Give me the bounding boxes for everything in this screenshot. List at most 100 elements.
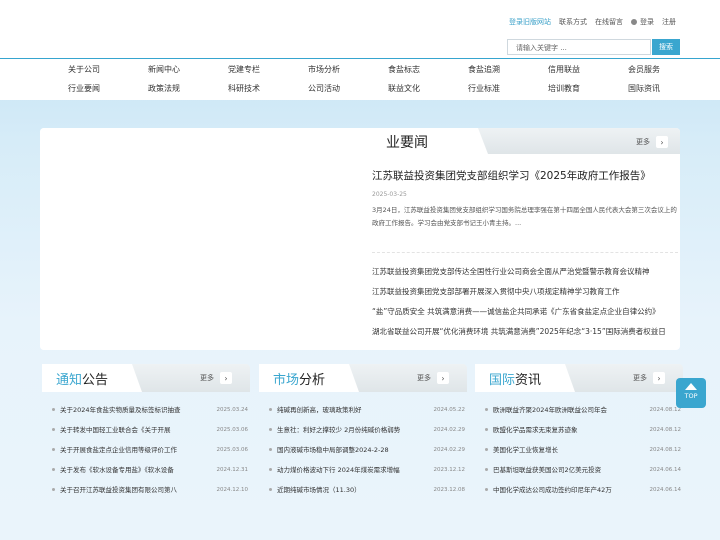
back-to-top-button[interactable]: TOP bbox=[676, 378, 706, 408]
item-title: 关于转发中国轻工业联合会《关于开展 bbox=[60, 426, 171, 434]
card-title[interactable]: 市场分析 bbox=[259, 364, 359, 392]
item-date: 2023.12.12 bbox=[433, 467, 466, 473]
title-accent: 国际 bbox=[489, 373, 516, 388]
card-header: 通知公告 更多 › bbox=[42, 364, 250, 392]
list-item[interactable]: 生意社：利好之撑较少 2月份纯碱价格弱势 2024.02.29 bbox=[269, 420, 465, 440]
title-rest: 分析 bbox=[299, 373, 326, 388]
news-tab-header: 业要闻 更多 › bbox=[376, 128, 680, 154]
nav-item[interactable]: 关于公司 bbox=[44, 64, 124, 75]
nav-row-1: 关于公司 新闻中心 党建专栏 市场分析 食盐标志 食盐追溯 信用联益 会员服务 bbox=[44, 64, 684, 75]
list-item[interactable]: 纯碱再创新高，玻璃政策利好 2024.05.22 bbox=[269, 400, 465, 420]
nav-item[interactable]: 市场分析 bbox=[284, 64, 364, 75]
card-title[interactable]: 国际资讯 bbox=[475, 364, 575, 392]
card-title[interactable]: 通知公告 bbox=[42, 364, 142, 392]
nav-item[interactable]: 科研技术 bbox=[204, 83, 284, 94]
item-date: 2025.03.06 bbox=[216, 447, 249, 453]
title-rest: 公告 bbox=[82, 373, 109, 388]
item-title: 动力煤价格波动下行 2024年煤炭需求增幅 bbox=[277, 466, 400, 474]
bullet-icon bbox=[485, 408, 488, 411]
search-input[interactable]: 请输入关键字 ... bbox=[507, 39, 651, 55]
list-item[interactable]: 动力煤价格波动下行 2024年煤炭需求增幅 2023.12.12 bbox=[269, 460, 465, 480]
bullet-icon bbox=[485, 428, 488, 431]
nav-item[interactable]: 行业标准 bbox=[444, 83, 524, 94]
list-item[interactable]: 巴基斯坦联益获美国公司2亿美元投资 2024.06.14 bbox=[485, 460, 681, 480]
nav-item[interactable]: 培训教育 bbox=[524, 83, 604, 94]
news-item[interactable]: 江苏联益投资集团党支部部署开展深入贯彻中央八项规定精神学习教育工作 bbox=[372, 282, 678, 302]
bullet-icon bbox=[52, 448, 55, 451]
login-link[interactable]: 登录 bbox=[631, 17, 654, 27]
bullet-icon bbox=[485, 488, 488, 491]
bullet-icon bbox=[52, 488, 55, 491]
list-item[interactable]: 欧盟化学品需求无束复苏迹象 2024.08.12 bbox=[485, 420, 681, 440]
list-item[interactable]: 关于召开江苏联益投资集团有限公司第八 2024.12.10 bbox=[52, 480, 248, 500]
nav-item[interactable]: 联益文化 bbox=[364, 83, 444, 94]
top-header: 登录旧版网站 联系方式 在线留言 登录 注册 请输入关键字 ... 搜索 bbox=[0, 0, 720, 58]
item-date: 2024.06.14 bbox=[649, 487, 682, 493]
nav-item[interactable]: 食盐标志 bbox=[364, 64, 444, 75]
list-item[interactable]: 欧洲联益齐聚2024年欧洲联益公司年会 2024.08.12 bbox=[485, 400, 681, 420]
list-item[interactable]: 国内液碱市场稳中局部调整2024-2-28 2024.02.29 bbox=[269, 440, 465, 460]
nav-item[interactable]: 会员服务 bbox=[604, 64, 684, 75]
top-label: TOP bbox=[684, 392, 698, 400]
main-nav: 关于公司 新闻中心 党建专栏 市场分析 食盐标志 食盐追溯 信用联益 会员服务 … bbox=[0, 58, 720, 100]
featured-title[interactable]: 江苏联益投资集团党支部组织学习《2025年政府工作报告》 bbox=[372, 168, 651, 183]
item-date: 2024.02.29 bbox=[433, 447, 466, 453]
nav-item[interactable]: 食盐追溯 bbox=[444, 64, 524, 75]
login-label: 登录 bbox=[640, 18, 654, 26]
item-date: 2024.12.10 bbox=[216, 487, 249, 493]
arrow-up-icon bbox=[685, 383, 697, 390]
more-label: 更多 bbox=[633, 374, 647, 382]
item-date: 2024.02.29 bbox=[433, 427, 466, 433]
item-title: 国内液碱市场稳中局部调整2024-2-28 bbox=[277, 446, 389, 454]
list-item[interactable]: 美国化学工业恢复增长 2024.08.12 bbox=[485, 440, 681, 460]
item-date: 2024.05.22 bbox=[433, 407, 466, 413]
news-image[interactable] bbox=[40, 128, 370, 350]
list-item[interactable]: 关于发布《软水设备专用盐》《软水设备 2024.12.31 bbox=[52, 460, 248, 480]
bullet-icon bbox=[269, 448, 272, 451]
news-item[interactable]: 江苏联益投资集团党支部传达全国性行业公司商会全面从严治党暨警示教育会议精神 bbox=[372, 262, 678, 282]
search-button[interactable]: 搜索 bbox=[652, 39, 680, 55]
nav-row-2: 行业要闻 政策法规 科研技术 公司活动 联益文化 行业标准 培训教育 国际资讯 bbox=[44, 83, 684, 94]
nav-item[interactable]: 公司活动 bbox=[284, 83, 364, 94]
more-link[interactable]: 更多 › bbox=[636, 136, 668, 148]
divider bbox=[372, 252, 678, 253]
bullet-icon bbox=[485, 468, 488, 471]
item-title: 关于召开江苏联益投资集团有限公司第八 bbox=[60, 486, 177, 494]
more-link[interactable]: 更多 › bbox=[200, 372, 232, 384]
more-link[interactable]: 更多 › bbox=[417, 372, 449, 384]
register-link[interactable]: 注册 bbox=[662, 17, 676, 27]
contact-link[interactable]: 联系方式 bbox=[559, 17, 587, 27]
item-title: 生意社：利好之撑较少 2月份纯碱价格弱势 bbox=[277, 426, 401, 434]
card-header: 国际资讯 更多 › bbox=[475, 364, 683, 392]
item-title: 纯碱再创新高，玻璃政策利好 bbox=[277, 406, 362, 414]
title-accent: 市场 bbox=[273, 373, 300, 388]
news-item[interactable]: 湖北省联益公司开展“优化消费环境 共筑满意消费”2025年纪念“3·15”国际消… bbox=[372, 322, 678, 342]
top-links: 登录旧版网站 联系方式 在线留言 登录 注册 bbox=[509, 17, 676, 27]
message-link[interactable]: 在线留言 bbox=[595, 17, 623, 27]
item-title: 巴基斯坦联益获美国公司2亿美元投资 bbox=[493, 466, 602, 474]
news-panel: 业要闻 更多 › 江苏联益投资集团党支部组织学习《2025年政府工作报告》 20… bbox=[40, 128, 680, 350]
list-item[interactable]: 近期纯碱市场情况（11.30） 2023.12.08 bbox=[269, 480, 465, 500]
bullet-icon bbox=[52, 408, 55, 411]
nav-item[interactable]: 政策法规 bbox=[124, 83, 204, 94]
list-item[interactable]: 关于开展食盐定点企业信用等级评价工作 2025.03.06 bbox=[52, 440, 248, 460]
bullet-icon bbox=[269, 488, 272, 491]
nav-item[interactable]: 国际资讯 bbox=[604, 83, 684, 94]
nav-item[interactable]: 党建专栏 bbox=[204, 64, 284, 75]
item-title: 欧洲联益齐聚2024年欧洲联益公司年会 bbox=[493, 406, 608, 414]
list-item[interactable]: 关于转发中国轻工业联合会《关于开展 2025.03.06 bbox=[52, 420, 248, 440]
featured-summary: 3月24日，江苏联益投资集团党支部组织学习国务院总理李强在第十四届全国人民代表大… bbox=[372, 206, 677, 227]
title-rest: 资讯 bbox=[515, 373, 542, 388]
old-site-link[interactable]: 登录旧版网站 bbox=[509, 17, 551, 27]
bullet-icon bbox=[52, 428, 55, 431]
list-item[interactable]: 关于2024年食盐实物质量及标签标识抽查 2025.03.24 bbox=[52, 400, 248, 420]
bullet-icon bbox=[269, 468, 272, 471]
list-item[interactable]: 中国化学成达公司成功签约印尼年产42万 2024.06.14 bbox=[485, 480, 681, 500]
more-link[interactable]: 更多 › bbox=[633, 372, 665, 384]
nav-item[interactable]: 新闻中心 bbox=[124, 64, 204, 75]
nav-item[interactable]: 行业要闻 bbox=[44, 83, 124, 94]
news-item[interactable]: “盐”守品质安全 共筑满意消费——诚信盐企共同承诺《广东省食盐定点企业自律公约》 bbox=[372, 302, 678, 322]
tab-industry-news[interactable]: 业要闻 bbox=[376, 128, 488, 154]
market-card: 市场分析 更多 › 纯碱再创新高，玻璃政策利好 2024.05.22 生意社：利好… bbox=[259, 364, 467, 504]
nav-item[interactable]: 信用联益 bbox=[524, 64, 604, 75]
